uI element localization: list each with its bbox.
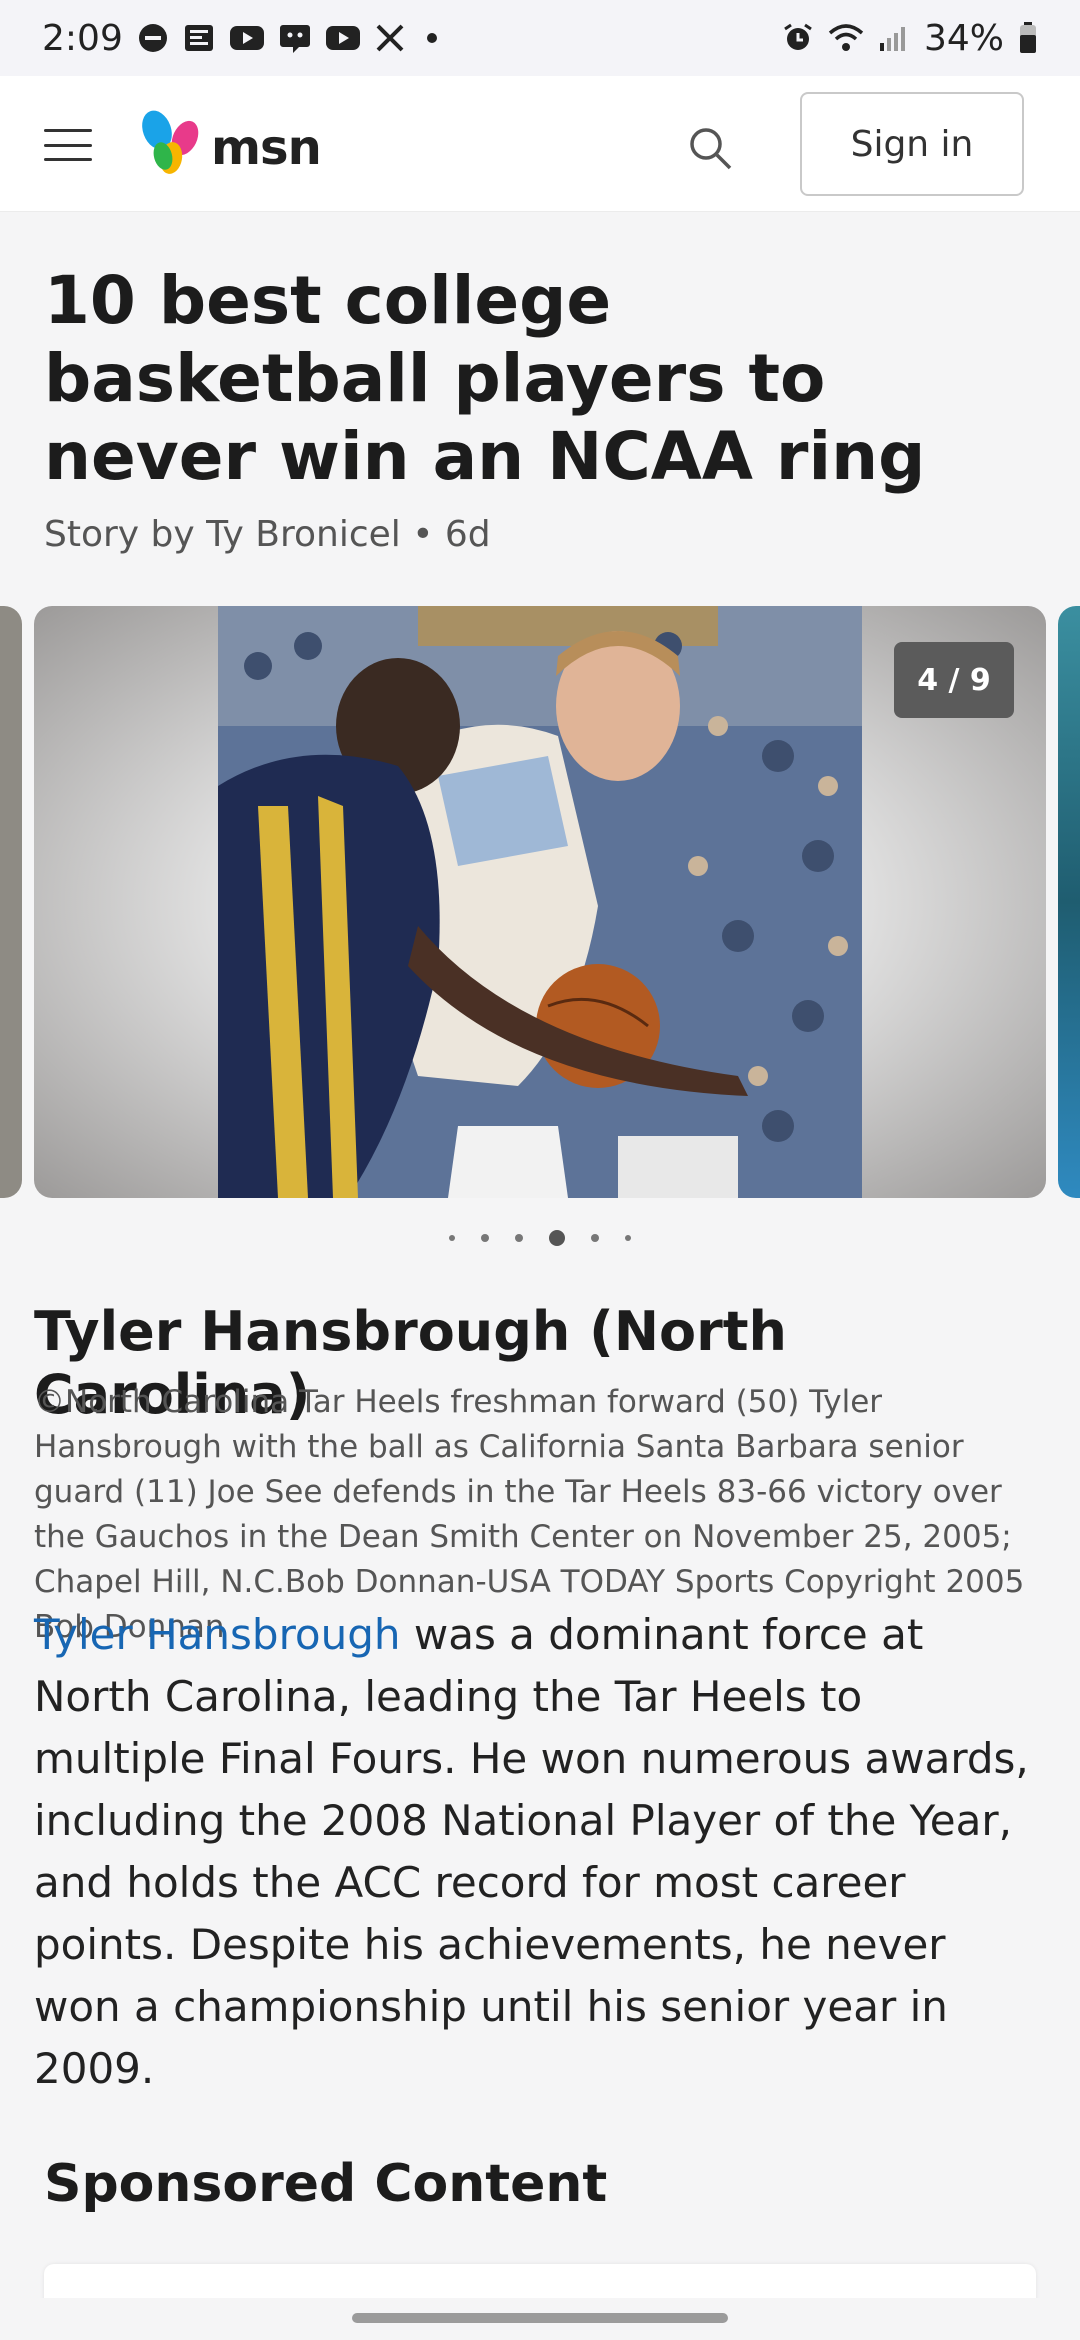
pagination-dot[interactable] [481,1234,489,1242]
signal-icon [878,23,910,53]
menu-icon[interactable] [44,129,92,161]
x-icon [375,23,405,53]
pagination-dot[interactable] [449,1235,455,1241]
wifi-icon [828,23,864,53]
carousel-slide[interactable]: 4 / 9 [34,606,1046,1198]
pagination-dot[interactable] [515,1234,523,1242]
status-left: 2:09 [42,18,437,59]
youtube-icon [229,23,265,53]
search-icon [690,128,732,170]
pagination-dot[interactable] [591,1234,599,1242]
carousel-pagination [0,1230,1080,1246]
msn-logo[interactable]: msn [135,108,322,178]
search-button[interactable] [680,118,740,178]
player-link[interactable]: Tyler Hansbrough [34,1610,401,1659]
slide-body-text: was a dominant force at North Carolina, … [34,1610,1029,2093]
battery-percent: 34% [923,17,1004,59]
dnd-icon [137,22,169,54]
image-carousel[interactable]: 4 / 9 [0,606,1080,1198]
status-time: 2:09 [42,17,123,59]
sign-in-button[interactable]: Sign in [800,92,1024,196]
next-slide-peek[interactable] [1058,606,1080,1198]
article-title: 10 best college basketball players to ne… [44,262,926,495]
logo-text: msn [211,120,322,176]
status-right: 34% [782,18,1038,59]
pagination-dot-active[interactable] [549,1230,565,1246]
youtube-icon [325,23,361,53]
pagination-dot[interactable] [625,1235,631,1241]
sponsored-heading: Sponsored Content [44,2154,608,2214]
slide-photo [218,606,862,1198]
notification-dot-icon [426,33,437,43]
alarm-icon [782,22,814,54]
status-bar: 2:09 34% [0,0,1080,76]
previous-slide-peek[interactable] [0,606,22,1198]
news-icon [183,22,215,54]
home-indicator[interactable] [352,2313,728,2323]
mastodon-icon [279,21,311,55]
butterfly-icon [142,110,199,174]
slide-body: Tyler Hansbrough was a dominant force at… [34,1604,1044,2100]
slide-counter: 4 / 9 [894,642,1014,718]
top-nav: msn Sign in [0,76,1080,212]
article-byline: Story by Ty Bronicel • 6d [44,514,491,555]
battery-icon [1018,21,1038,55]
